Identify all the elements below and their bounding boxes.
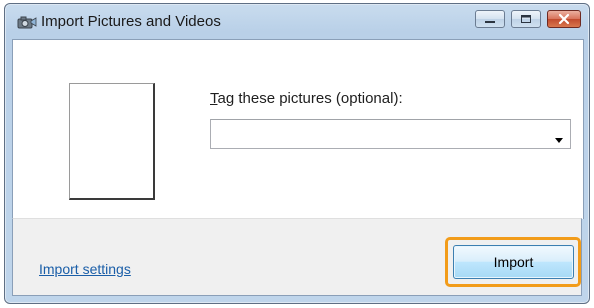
title-bar[interactable]: Import Pictures and Videos [11,4,583,38]
preview-thumbnail [69,83,155,200]
tag-label-text: ag these pictures (optional): [217,90,403,107]
tag-label: Tag these pictures (optional): [210,90,403,107]
close-icon [558,13,570,25]
chevron-down-icon[interactable] [554,131,564,143]
tag-label-access-key: T [210,90,218,107]
maximize-button[interactable] [511,10,541,28]
window-title: Import Pictures and Videos [41,13,221,30]
minimize-icon [485,21,495,23]
maximize-icon [521,15,531,23]
import-settings-link[interactable]: Import settings [39,261,131,277]
import-dialog-window: Import Pictures and Videos Tag these pic… [4,3,590,304]
dialog-content: Tag these pictures (optional): [12,39,584,219]
close-button[interactable] [547,10,581,28]
dialog-footer: Import settings Import [12,218,582,296]
camera-import-icon [17,15,37,29]
caption-buttons [475,10,581,28]
minimize-button[interactable] [475,10,505,28]
tag-combobox[interactable] [210,119,571,149]
import-button[interactable]: Import [453,245,574,279]
